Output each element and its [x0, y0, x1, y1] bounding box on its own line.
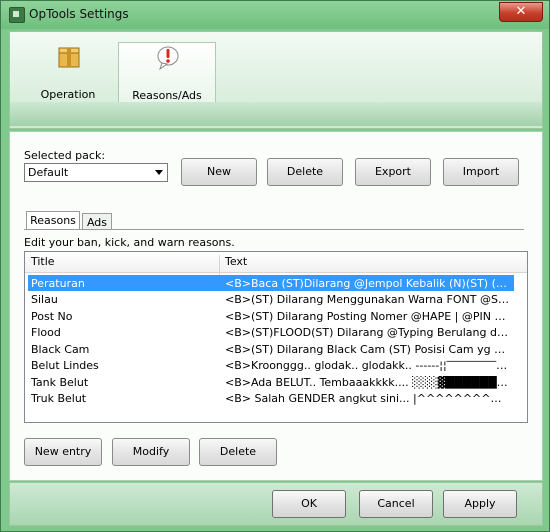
- warning-bubble-icon: [157, 46, 179, 71]
- title-bar[interactable]: OpTools Settings ✕: [1, 1, 549, 29]
- pack-select-value: Default: [28, 166, 69, 179]
- column-separator[interactable]: [219, 255, 220, 275]
- list-item[interactable]: Post No <B>(ST) Dilarang Posting Nomer @H…: [28, 308, 514, 324]
- settings-window: OpTools Settings ✕ Operation Reasons/Ads…: [0, 0, 550, 532]
- delete-entry-button[interactable]: Delete: [199, 438, 277, 466]
- cancel-button[interactable]: Cancel: [359, 490, 433, 518]
- list-item[interactable]: Black Cam <B>(ST) Dilarang Black Cam (ST)…: [28, 341, 514, 357]
- export-pack-button[interactable]: Export: [355, 158, 431, 186]
- delete-pack-button[interactable]: Delete: [267, 158, 343, 186]
- close-button[interactable]: ✕: [499, 2, 543, 22]
- ok-button[interactable]: OK: [272, 490, 346, 518]
- chevron-down-icon: [155, 170, 163, 175]
- reasons-hint: Edit your ban, kick, and warn reasons.: [24, 236, 235, 249]
- new-entry-button[interactable]: New entry: [24, 438, 102, 466]
- pack-select[interactable]: Default: [24, 163, 168, 182]
- package-icon: [58, 47, 80, 68]
- subtab-reasons[interactable]: Reasons: [26, 211, 80, 230]
- subtab-divider: [24, 229, 524, 230]
- reasons-list[interactable]: Title Text Peraturan <B>Baca (ST)Dilarang…: [24, 251, 528, 423]
- selected-pack-label: Selected pack:: [24, 149, 106, 162]
- subtab-ads[interactable]: Ads: [82, 213, 112, 230]
- tab-reasons-ads[interactable]: Reasons/Ads: [118, 42, 216, 105]
- apply-button[interactable]: Apply: [443, 490, 517, 518]
- dialog-footer: OK Cancel Apply: [9, 482, 543, 526]
- list-item[interactable]: Peraturan <B>Baca (ST)Dilarang @Jempol Ke…: [28, 275, 514, 291]
- import-pack-button[interactable]: Import: [443, 158, 519, 186]
- list-item[interactable]: Tank Belut <B>Ada BELUT.. Tembaaakkkk....…: [28, 374, 514, 390]
- column-text[interactable]: Text: [225, 255, 247, 268]
- tab-operation[interactable]: Operation: [20, 42, 116, 104]
- tab-strip: [10, 102, 542, 126]
- list-header: Title Text: [25, 252, 527, 275]
- app-icon: [9, 7, 25, 23]
- top-tab-bar: Operation Reasons/Ads: [9, 31, 543, 129]
- window-title: OpTools Settings: [29, 7, 129, 21]
- list-item[interactable]: Belut Lindes <B>Kroonggg.. glodak.. gloda…: [28, 357, 514, 373]
- column-title[interactable]: Title: [31, 255, 55, 268]
- list-item[interactable]: Flood <B>(ST)FLOOD(ST) Dilarang @Typing B…: [28, 324, 514, 340]
- modify-button[interactable]: Modify: [112, 438, 190, 466]
- reasons-panel: Selected pack: Default New Delete Export…: [9, 131, 543, 481]
- new-pack-button[interactable]: New: [181, 158, 257, 186]
- list-item[interactable]: Silau <B>(ST) Dilarang Menggunakan Warna …: [28, 291, 514, 307]
- list-item[interactable]: Truk Belut <B> Salah GENDER angkut sini..…: [28, 390, 514, 406]
